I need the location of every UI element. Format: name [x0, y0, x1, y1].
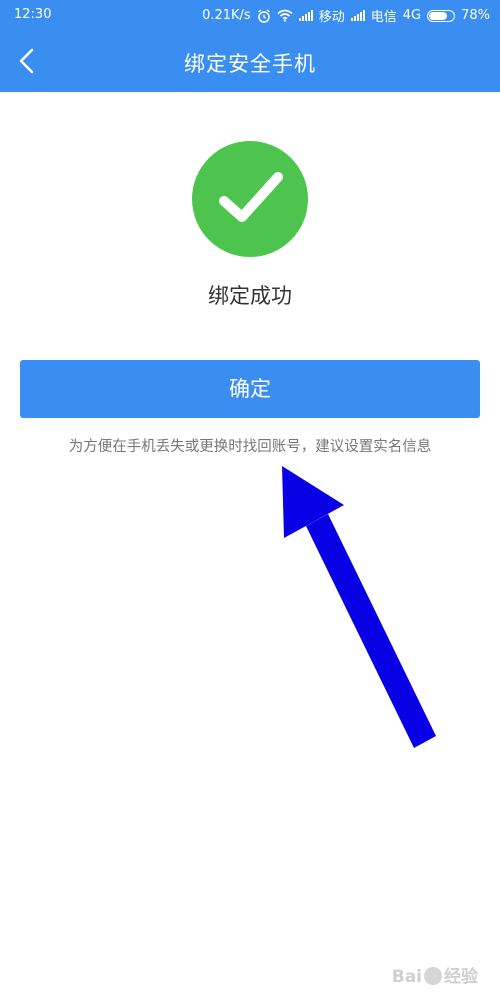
- watermark-right: 经验: [444, 967, 478, 987]
- annotation-arrow: [282, 466, 436, 748]
- baidu-watermark: Bai 经验: [392, 962, 478, 987]
- watermark-left: Bai: [391, 967, 422, 987]
- paw-icon: [424, 967, 442, 985]
- arrow-shaft: [306, 514, 436, 748]
